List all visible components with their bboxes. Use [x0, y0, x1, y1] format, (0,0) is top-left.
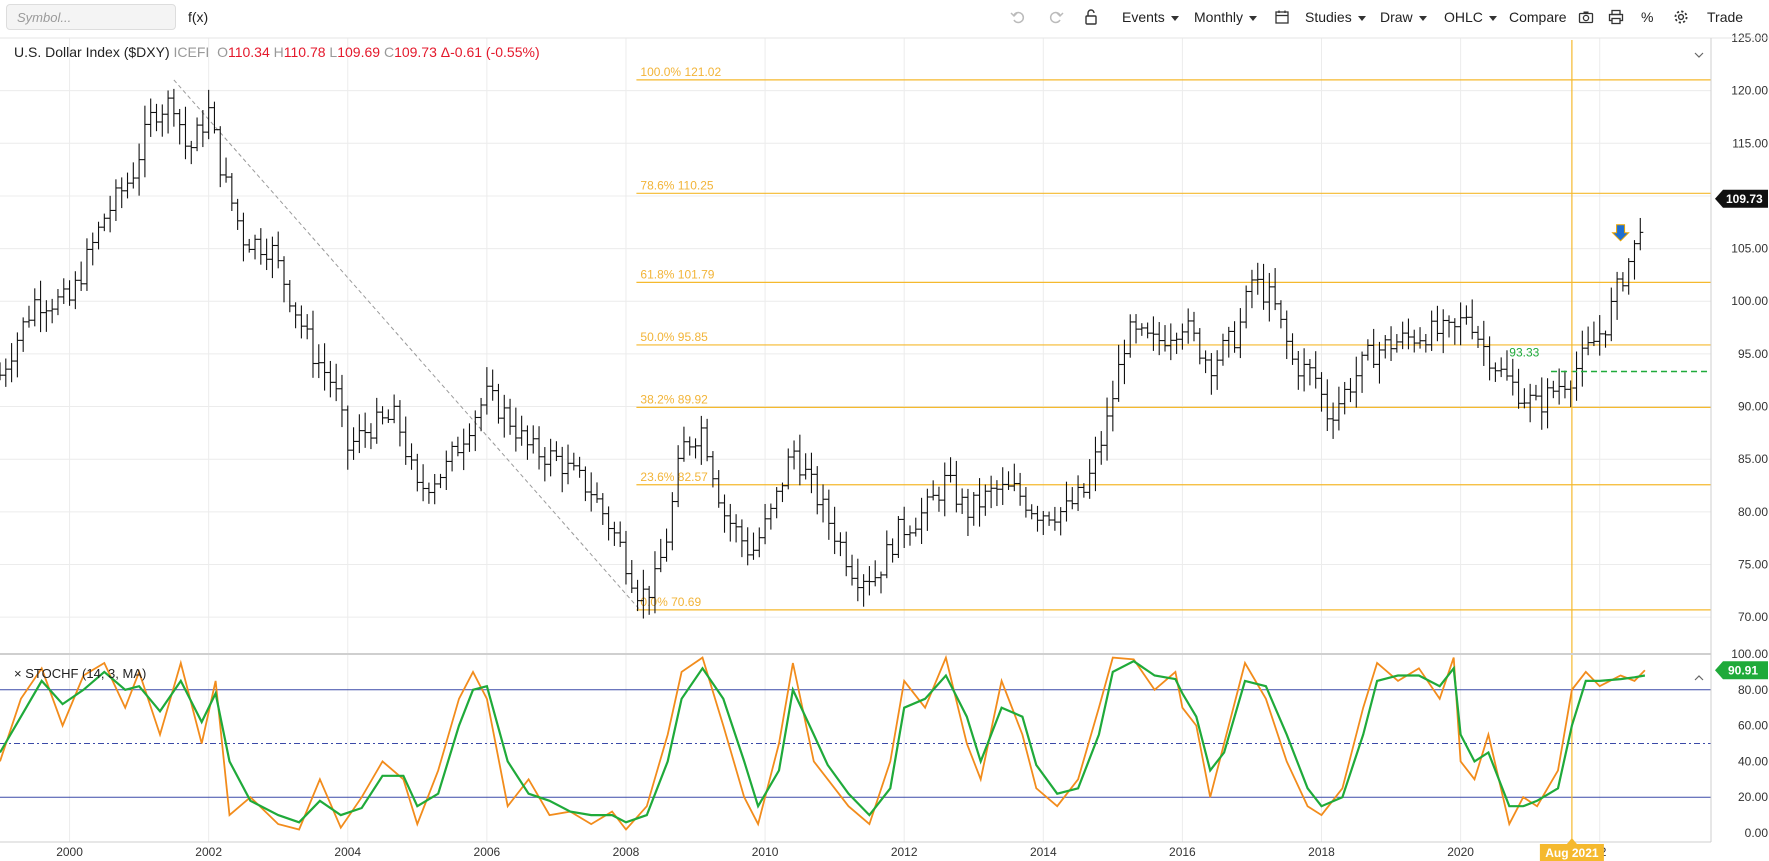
- stoch-tick-label: 60.00: [1738, 719, 1768, 733]
- time-tick-label: 2006: [474, 845, 501, 859]
- stoch-tick-label: 0.00: [1745, 826, 1769, 840]
- high-label: H: [273, 44, 284, 60]
- time-tick-label: 2012: [891, 845, 918, 859]
- fibonacci-retracement[interactable]: 100.0% 121.02 78.6% 110.25 61.8% 101.79 50.…: [636, 65, 1711, 611]
- chevron-down-icon[interactable]: [1694, 52, 1704, 58]
- time-tick-label: 2010: [752, 845, 779, 859]
- time-tick-label: 2000: [56, 845, 83, 859]
- price-tick-label: 70.00: [1738, 610, 1768, 624]
- fib-trendline[interactable]: [173, 79, 641, 611]
- high-value: 110.78: [283, 44, 326, 60]
- panel-collapse[interactable]: [1694, 52, 1704, 681]
- chevron-up-icon[interactable]: [1694, 675, 1704, 681]
- axes: 125.00120.00115.00110.00105.00100.0095.0…: [56, 31, 1768, 859]
- low-value: 109.69: [337, 44, 381, 60]
- stoch-grid: [0, 689, 1711, 798]
- down-arrow-icon: [1611, 224, 1630, 242]
- stoch-legend: × STOCHF (14, 3, MA): [14, 666, 146, 681]
- time-tick-label: 2016: [1169, 845, 1196, 859]
- time-tick-label: 2018: [1308, 845, 1335, 859]
- last-price-value: 109.73: [1726, 192, 1763, 206]
- stoch-last-tag: 90.91: [1715, 661, 1768, 680]
- stoch-tick-label: 100.00: [1731, 647, 1768, 661]
- change-value: Δ-0.61 (-0.55%): [440, 44, 540, 60]
- price-tick-label: 85.00: [1738, 452, 1768, 466]
- stoch-d-line: [0, 659, 1646, 824]
- fib-level-label: 61.8% 101.79: [640, 267, 714, 281]
- price-tick-label: 100.00: [1731, 294, 1768, 308]
- time-tick-label: 2008: [613, 845, 640, 859]
- stoch-title: STOCHF (14, 3, MA): [25, 666, 147, 681]
- fib-level-label: 23.6% 82.57: [640, 470, 708, 484]
- exchange-label: ICEFI: [173, 44, 210, 60]
- instrument-name: U.S. Dollar Index ($DXY): [14, 44, 170, 60]
- time-tick-label: 2002: [195, 845, 222, 859]
- price-tick-label: 105.00: [1731, 242, 1768, 256]
- support-label: 93.33: [1509, 345, 1539, 359]
- price-grid: [0, 37, 1711, 842]
- stoch-tick-label: 40.00: [1738, 754, 1768, 768]
- chart-canvas[interactable]: 100.0% 121.02 78.6% 110.25 61.8% 101.79 50.…: [0, 0, 1769, 861]
- fib-level-label: 100.0% 121.02: [640, 65, 721, 79]
- fib-level-label: 38.2% 89.92: [640, 392, 708, 406]
- price-tick-label: 95.00: [1738, 347, 1768, 361]
- time-tick-label: 2004: [334, 845, 361, 859]
- stoch-last-value: 90.91: [1728, 663, 1758, 677]
- price-tick-label: 80.00: [1738, 505, 1768, 519]
- time-tick-label: 2020: [1447, 845, 1474, 859]
- last-price-tag: 109.73: [1715, 189, 1768, 208]
- price-tick-label: 90.00: [1738, 400, 1768, 414]
- fib-level-label: 78.6% 110.25: [640, 178, 713, 192]
- close-icon[interactable]: ×: [14, 666, 22, 681]
- close-value: 109.73: [394, 44, 437, 60]
- stoch-tick-label: 80.00: [1738, 683, 1768, 697]
- price-tick-label: 115.00: [1732, 136, 1768, 150]
- date-highlight: Aug 2021: [1539, 838, 1604, 861]
- stoch-tick-label: 20.00: [1738, 790, 1768, 804]
- price-tick-label: 120.00: [1731, 84, 1768, 98]
- price-tick-label: 75.00: [1738, 557, 1768, 571]
- price-legend: U.S. Dollar Index ($DXY) ICEFI O110.34 H…: [14, 44, 540, 60]
- open-value: 110.34: [227, 44, 270, 60]
- time-tick-label: 2014: [1030, 845, 1057, 859]
- open-label: O: [217, 44, 228, 60]
- close-label: C: [383, 44, 395, 60]
- fib-level-label: 50.0% 95.85: [640, 330, 708, 344]
- date-highlight-label: Aug 2021: [1545, 846, 1599, 860]
